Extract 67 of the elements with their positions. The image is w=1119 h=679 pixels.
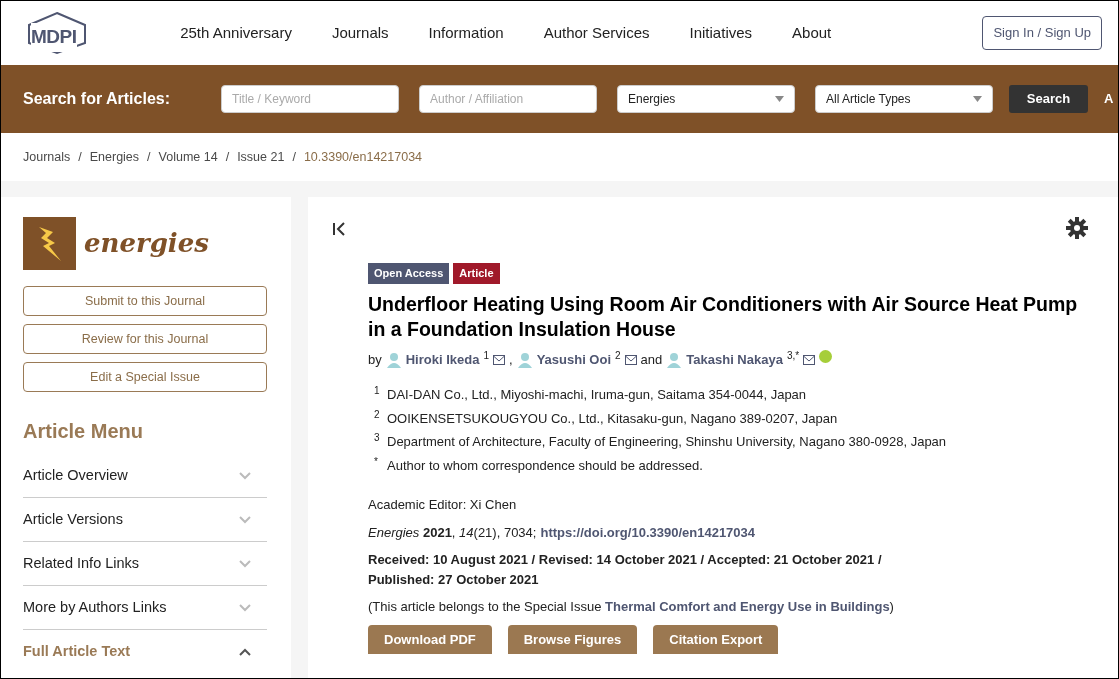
publication-dates: Received: 10 August 2021 / Revised: 14 October 2021 / Accepted: 21 October 2021 / Published: 27 October 2021 [368,551,883,589]
affiliation-text: Author to whom correspondence should be addressed. [387,456,703,475]
caret-icon [973,96,982,102]
special-issue-link[interactable]: Thermal Comfort and Energy Use in Buildings [605,599,890,615]
settings-icon[interactable] [1066,217,1088,240]
breadcrumb-separator: / [78,148,82,166]
affiliation-mark: 3,* [786,349,800,362]
menu-item[interactable]: Related Info Links [23,542,267,586]
journal-button[interactable]: Submit to this Journal [23,286,267,316]
caret-icon [775,96,784,102]
breadcrumb-separator: / [292,148,296,166]
breadcrumb-separator: / [147,148,151,166]
sign-in-button[interactable]: Sign In / Sign Up [982,16,1102,50]
breadcrumb-link[interactable]: Journals [23,147,71,167]
author-separator: , [509,350,513,369]
journal-button[interactable]: Edit a Special Issue [23,362,267,392]
author-link[interactable]: Hiroki Ikeda [405,349,480,370]
breadcrumb-link[interactable]: Energies [89,147,140,167]
menu-item[interactable]: More by Authors Links [23,586,267,630]
article-tag: Article [453,263,500,284]
action-button[interactable]: Citation Export [653,624,779,655]
affiliation-mark: 2 [615,349,621,362]
affiliation-mark: 2 [374,408,381,421]
logo[interactable]: MDPI [25,11,89,55]
article-tag: Open Access [368,263,450,284]
nav-link[interactable]: About [792,21,832,45]
search-button[interactable]: Search [1009,85,1088,113]
input-field[interactable]: Author / Affiliation [419,85,597,113]
breadcrumb-link[interactable]: 10.3390/en14217034 [303,147,423,167]
affiliation-mark: 3 [374,432,381,445]
menu-item[interactable]: Article Overview [23,454,267,498]
action-button[interactable]: Browse Figures [507,624,638,655]
editor-text: Academic Editor: Xi Chen [368,496,518,515]
nav-link[interactable]: Author Services [543,21,650,45]
menu-item[interactable]: Full Article Text [23,630,267,674]
breadcrumb-link[interactable]: Volume 14 [158,147,218,167]
select-field[interactable]: Energies [617,85,795,113]
affiliation-text: OOIKENSETSUKOUGYOU Co., Ltd., Kitasaku-gun, Nagano 389-0207, Japan [387,409,838,428]
author-link[interactable]: Yasushi Ooi [536,349,612,370]
author-separator: and [640,350,663,369]
journal-logo-icon [23,217,76,270]
breadcrumb-separator: / [225,148,230,166]
byline-label: by [368,350,382,369]
advanced-link[interactable]: A [1104,89,1114,109]
search-label: Search for Articles: [23,89,171,109]
nav-link[interactable]: Initiatives [689,21,753,45]
author-link[interactable]: Takashi Nakaya [686,349,783,370]
nav-link[interactable]: Information [428,21,504,45]
action-button[interactable]: Download PDF [368,624,492,655]
citation-text: Energies 2021, 14(21), 7034; [368,523,537,542]
nav-link[interactable]: 25th Anniversary [180,21,292,45]
select-field[interactable]: All Article Types [815,85,993,113]
affiliation-mark: 1 [483,349,489,362]
special-issue-note: (This article belongs to the Special Issue Thermal Comfort and Energy Use in Buildings) [368,598,895,617]
nav-link[interactable]: Journals [331,21,389,45]
menu-item[interactable]: Article Versions [23,498,267,542]
affiliation-mark: * [374,455,379,468]
journal-name: energies [84,227,209,260]
affiliation-text: DAI-DAN Co., Ltd., Miyoshi-machi, Iruma-gun, Saitama 354-0044, Japan [387,386,807,405]
breadcrumb-link[interactable]: Issue 21 [237,147,285,167]
affiliation-text: Department of Architecture, Faculty of Engineering, Shinshu University, Nagano 380-0928, Japan [387,433,947,452]
doi-link[interactable]: https://doi.org/10.3390/en14217034 [540,522,756,543]
article-title: Underfloor Heating Using Room Air Conditioners with Air Source Heat Pump in a Foundation Insulation House [368,291,1079,342]
input-field[interactable]: Title / Keyword [221,85,399,113]
affiliation-mark: 1 [374,385,381,398]
journal-button[interactable]: Review for this Journal [23,324,267,354]
menu-title: Article Menu [23,419,145,444]
